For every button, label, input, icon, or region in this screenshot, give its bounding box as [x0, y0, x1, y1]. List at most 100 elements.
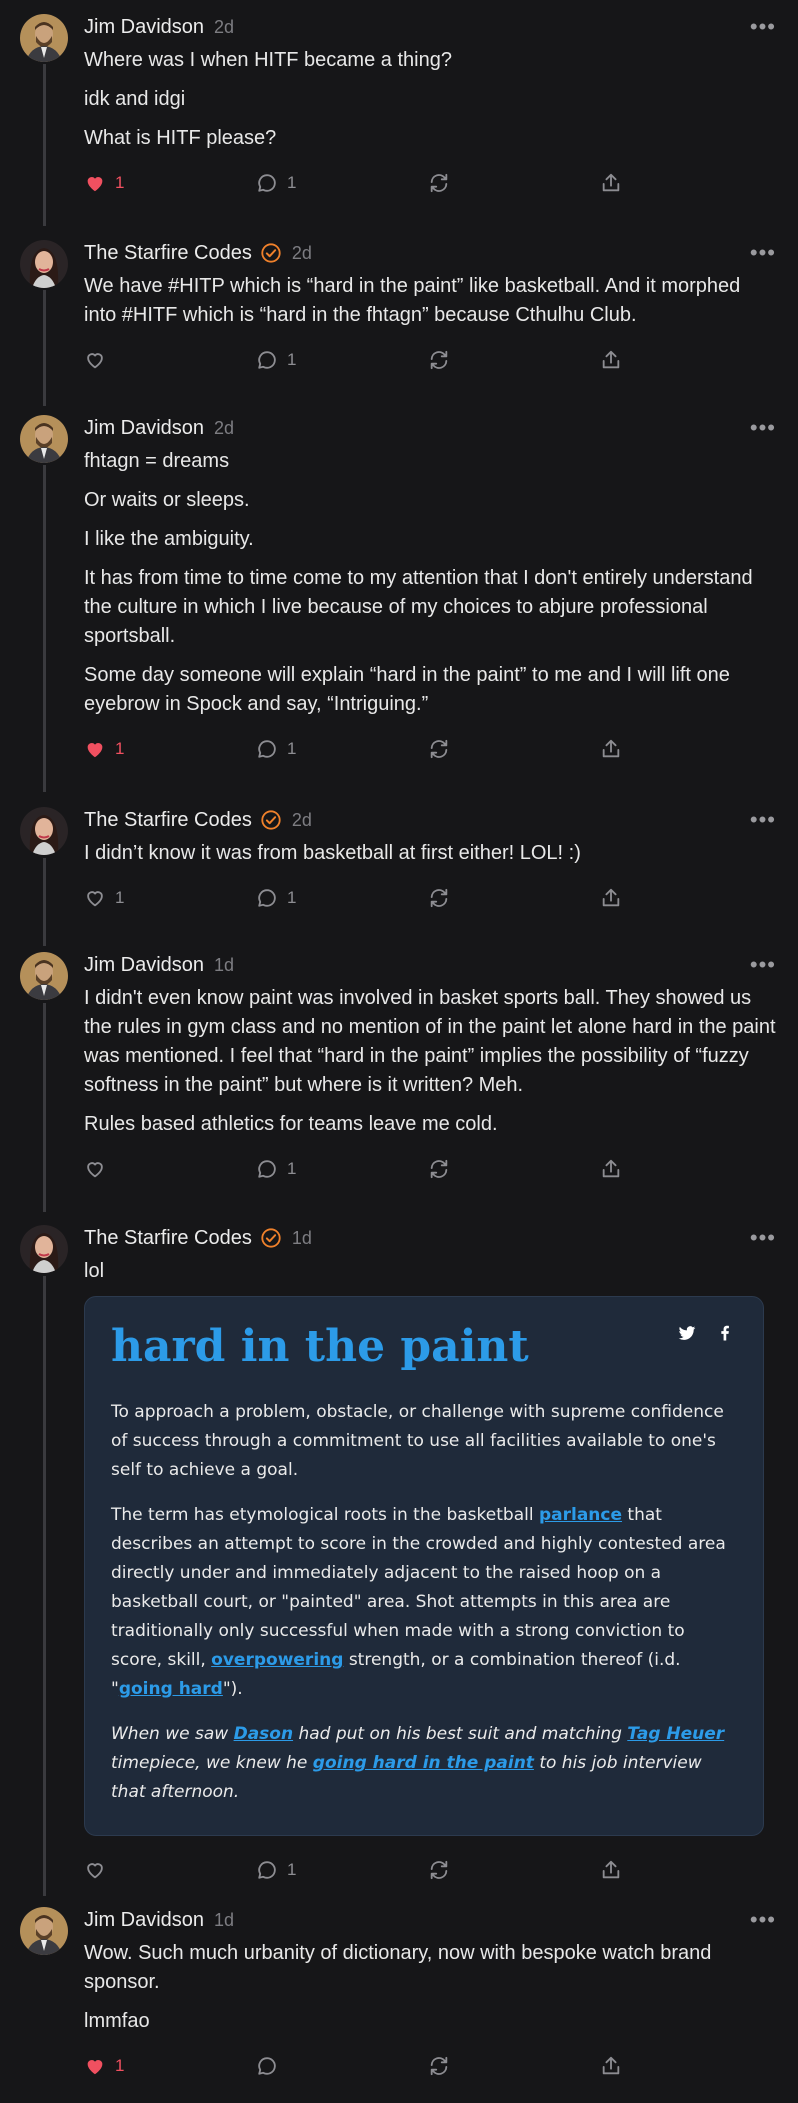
twitter-icon[interactable]: [677, 1323, 697, 1343]
reply-button[interactable]: 1: [256, 1158, 428, 1180]
speech-bubble-icon: [258, 351, 276, 369]
more-options-icon[interactable]: •••: [750, 807, 776, 833]
like-button[interactable]: [84, 1859, 256, 1881]
post-time: 1d: [214, 1909, 235, 1930]
facebook-icon[interactable]: [715, 1323, 735, 1343]
share-button[interactable]: [600, 738, 772, 760]
share-button[interactable]: [600, 1859, 772, 1881]
post-body: Where was I when HITF became a thing? id…: [84, 46, 776, 153]
post-text: Wow. Such much urbanity of dictionary, n…: [84, 1942, 712, 1993]
author-name[interactable]: Jim Davidson: [84, 1909, 204, 1932]
share-button[interactable]: [600, 2055, 772, 2077]
post-header: Jim Davidson 2d: [84, 0, 776, 40]
card-definition: To approach a problem, obstacle, or chal…: [111, 1402, 724, 1480]
author-name[interactable]: Jim Davidson: [84, 954, 204, 977]
heart-icon: [87, 353, 103, 369]
like-count: 1: [115, 888, 125, 907]
avatar[interactable]: [20, 1907, 68, 1955]
repost-button[interactable]: [428, 172, 600, 194]
more-options-icon[interactable]: •••: [750, 1907, 776, 1933]
avatar[interactable]: [20, 952, 68, 1000]
post-actions: 1 1: [84, 163, 776, 211]
reply-button[interactable]: 1: [256, 738, 428, 760]
card-text: The term has etymological roots in the b…: [111, 1505, 539, 1525]
like-button[interactable]: 1: [84, 2055, 256, 2077]
reply-button[interactable]: 1: [256, 1859, 428, 1881]
share-icon: [602, 888, 620, 907]
post-body: We have #HITP which is “hard in the pain…: [84, 272, 776, 330]
avatar[interactable]: [20, 1225, 68, 1273]
share-button[interactable]: [600, 349, 772, 371]
like-button[interactable]: [84, 349, 256, 371]
post-body: Wow. Such much urbanity of dictionary, n…: [84, 1939, 776, 2036]
post-text: We have #HITP which is “hard in the pain…: [84, 275, 741, 326]
author-name[interactable]: The Starfire Codes: [84, 242, 252, 265]
repost-button[interactable]: [428, 2055, 600, 2077]
author-name[interactable]: Jim Davidson: [84, 16, 204, 39]
link-going-hard[interactable]: going hard: [119, 1679, 223, 1699]
reply-count: 1: [287, 350, 297, 369]
link-tag-heuer[interactable]: Tag Heuer: [627, 1724, 724, 1744]
heart-icon: [87, 2060, 103, 2075]
like-button[interactable]: 1: [84, 738, 256, 760]
post-actions: 1: [84, 1850, 776, 1898]
card-text: timepiece, we knew he: [111, 1753, 313, 1773]
repost-button[interactable]: [428, 887, 600, 909]
post-actions: 1: [84, 340, 776, 388]
heart-icon: [87, 743, 103, 758]
like-button[interactable]: 1: [84, 887, 256, 909]
reply-button[interactable]: 1: [256, 887, 428, 909]
share-icon: [602, 1159, 620, 1178]
avatar[interactable]: [20, 415, 68, 463]
card-etymology: The term has etymological roots in the b…: [111, 1501, 737, 1704]
more-options-icon[interactable]: •••: [750, 1225, 776, 1251]
verified-badge-icon: [261, 810, 281, 830]
repost-button[interactable]: [428, 349, 600, 371]
avatar[interactable]: [20, 240, 68, 288]
reply-count: 1: [287, 739, 297, 758]
heart-icon: [87, 177, 103, 192]
repost-button[interactable]: [428, 1859, 600, 1881]
link-going-hard-in-the-paint[interactable]: going hard in the paint: [313, 1753, 534, 1773]
post-header: Jim Davidson 1d: [84, 1893, 776, 1933]
author-name[interactable]: Jim Davidson: [84, 417, 204, 440]
speech-bubble-icon: [258, 1861, 276, 1879]
post-text: Rules based athletics for teams leave me…: [84, 1113, 498, 1135]
like-button[interactable]: 1: [84, 172, 256, 194]
post-body: lol: [84, 1257, 776, 1286]
card-text: When we saw: [111, 1724, 234, 1744]
link-overpowering[interactable]: overpowering: [211, 1650, 343, 1670]
post: Jim Davidson 1d ••• Wow. Such much urban…: [0, 1893, 798, 2103]
share-button[interactable]: [600, 1158, 772, 1180]
post-time: 1d: [291, 1227, 312, 1248]
post: The Starfire Codes 2d ••• We have #HITP …: [0, 226, 798, 401]
post-text: I didn’t know it was from basketball at …: [84, 842, 581, 864]
link-parlance[interactable]: parlance: [539, 1505, 622, 1525]
post-text: What is HITF please?: [84, 127, 277, 149]
link-dason[interactable]: Dason: [234, 1724, 293, 1744]
repost-icon: [430, 2056, 448, 2076]
more-options-icon[interactable]: •••: [750, 415, 776, 441]
share-icon: [602, 173, 620, 192]
share-button[interactable]: [600, 887, 772, 909]
post-header: The Starfire Codes 2d: [84, 226, 776, 266]
author-name[interactable]: The Starfire Codes: [84, 1227, 252, 1250]
reply-count: 1: [287, 1159, 297, 1178]
author-name[interactable]: The Starfire Codes: [84, 809, 252, 832]
reply-button[interactable]: 1: [256, 172, 428, 194]
share-button[interactable]: [600, 172, 772, 194]
repost-button[interactable]: [428, 738, 600, 760]
repost-button[interactable]: [428, 1158, 600, 1180]
reply-button[interactable]: [256, 2055, 428, 2077]
more-options-icon[interactable]: •••: [750, 14, 776, 40]
avatar[interactable]: [20, 807, 68, 855]
definition-card[interactable]: hard in the paint To approach a problem,…: [84, 1296, 764, 1836]
like-button[interactable]: [84, 1158, 256, 1180]
reply-button[interactable]: 1: [256, 349, 428, 371]
avatar[interactable]: [20, 14, 68, 62]
more-options-icon[interactable]: •••: [750, 952, 776, 978]
repost-icon: [430, 173, 448, 193]
post-header: Jim Davidson 1d: [84, 938, 776, 978]
share-icon: [602, 2056, 620, 2075]
more-options-icon[interactable]: •••: [750, 240, 776, 266]
